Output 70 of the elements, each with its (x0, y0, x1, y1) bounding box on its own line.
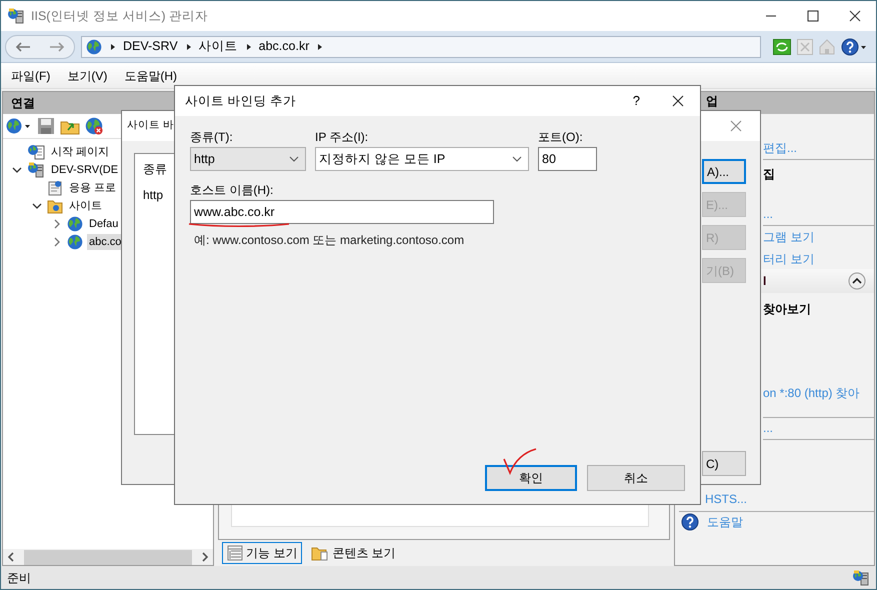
collapse-icon[interactable] (848, 272, 866, 290)
breadcrumb-arrow-icon[interactable] (244, 42, 252, 50)
breadcrumb-arrow-icon[interactable] (109, 42, 116, 50)
app-pool-icon (47, 180, 63, 196)
help-icon (681, 513, 699, 531)
dropdown[interactable]: 지정하지 않은 모든 IP (315, 147, 529, 171)
tree-item[interactable]: 응용 프로 (67, 180, 118, 196)
folder-icon (47, 198, 63, 214)
menu-item[interactable]: 보기(V) (67, 66, 108, 84)
view-tab[interactable]: 기능 보기 (222, 542, 302, 564)
breadcrumb-arrow-icon[interactable] (316, 42, 324, 50)
ok-button[interactable]: 확인 (485, 465, 577, 491)
scroll-left-icon[interactable] (7, 552, 15, 562)
chevron-down-icon (289, 156, 299, 162)
help-button[interactable]: ? (632, 91, 640, 111)
input-field[interactable]: 80 (538, 147, 597, 171)
close-icon[interactable] (672, 95, 684, 107)
input-field[interactable]: www.abc.co.kr (190, 200, 494, 224)
menu-item[interactable]: 파일(F) (11, 66, 50, 84)
breadcrumb-item[interactable]: 사이트 (198, 37, 238, 56)
field-label: 종류(T): (190, 130, 234, 144)
field-label: IP 주소(I): (315, 130, 370, 144)
scrollbar[interactable] (3, 549, 213, 565)
tree-item[interactable]: Defau (87, 216, 120, 232)
server-status-icon (852, 570, 870, 586)
tree-item[interactable]: 시작 페이지 (49, 144, 112, 160)
dialog-button[interactable]: A)... (702, 159, 746, 184)
cancel-button[interactable]: 취소 (587, 465, 685, 491)
breadcrumb-item[interactable]: DEV-SRV (123, 37, 178, 56)
list-item[interactable]: http (143, 186, 164, 204)
tree-item[interactable]: DEV-SRV(DE (49, 162, 120, 178)
breadcrumb-arrow-icon[interactable] (184, 42, 192, 50)
help-icon[interactable] (841, 38, 867, 56)
section-heading: 집 (763, 166, 775, 183)
start-page-icon (27, 144, 45, 160)
breadcrumb-item[interactable]: abc.co.kr (258, 37, 310, 56)
connect-globe-icon[interactable] (6, 117, 32, 135)
address-bar[interactable]: DEV-SRV 사이트 abc.co.kr (81, 36, 761, 58)
scroll-thumb[interactable] (24, 550, 192, 564)
check-mark (502, 447, 538, 475)
disconnect-globe-icon[interactable] (85, 117, 103, 135)
globe-icon (67, 216, 83, 232)
dropdown[interactable]: http (190, 147, 306, 171)
dialog-button[interactable]: C) (702, 451, 746, 476)
maximize-icon[interactable] (807, 10, 819, 22)
app-icon (7, 8, 25, 24)
status-text: 준비 (7, 570, 31, 586)
folder-icon (311, 545, 330, 561)
scroll-right-icon[interactable] (201, 552, 209, 562)
tree-item[interactable]: 사이트 (67, 198, 104, 214)
hint-text: 예: www.contoso.com 또는 marketing.contoso.com (193, 232, 466, 249)
grid-icon (227, 545, 243, 561)
tree-item[interactable]: abc.co (87, 234, 124, 250)
menu-item[interactable]: 도움말(H) (124, 66, 177, 84)
view-tab[interactable]: 콘텐츠 보기 (306, 542, 401, 564)
dialog-title: 사이트 바 (127, 118, 174, 134)
globe-icon (67, 234, 83, 250)
window-title: IIS(인터넷 정보 서비스) 관리자 (31, 8, 208, 25)
section-title: l (763, 273, 766, 290)
panel-header: 업 (706, 93, 718, 110)
back-arrow-icon[interactable] (15, 40, 31, 52)
server-icon (27, 162, 45, 178)
close-icon[interactable] (849, 10, 861, 22)
field-label: 호스트 이름(H): (190, 183, 274, 197)
field-label: 포트(O): (538, 130, 584, 144)
refresh-icon[interactable] (773, 38, 791, 54)
globe-icon (86, 38, 102, 54)
chevron-down-icon (512, 156, 522, 162)
section-heading: 찾아보기 (763, 301, 811, 318)
column-header: 종류 (143, 161, 167, 178)
